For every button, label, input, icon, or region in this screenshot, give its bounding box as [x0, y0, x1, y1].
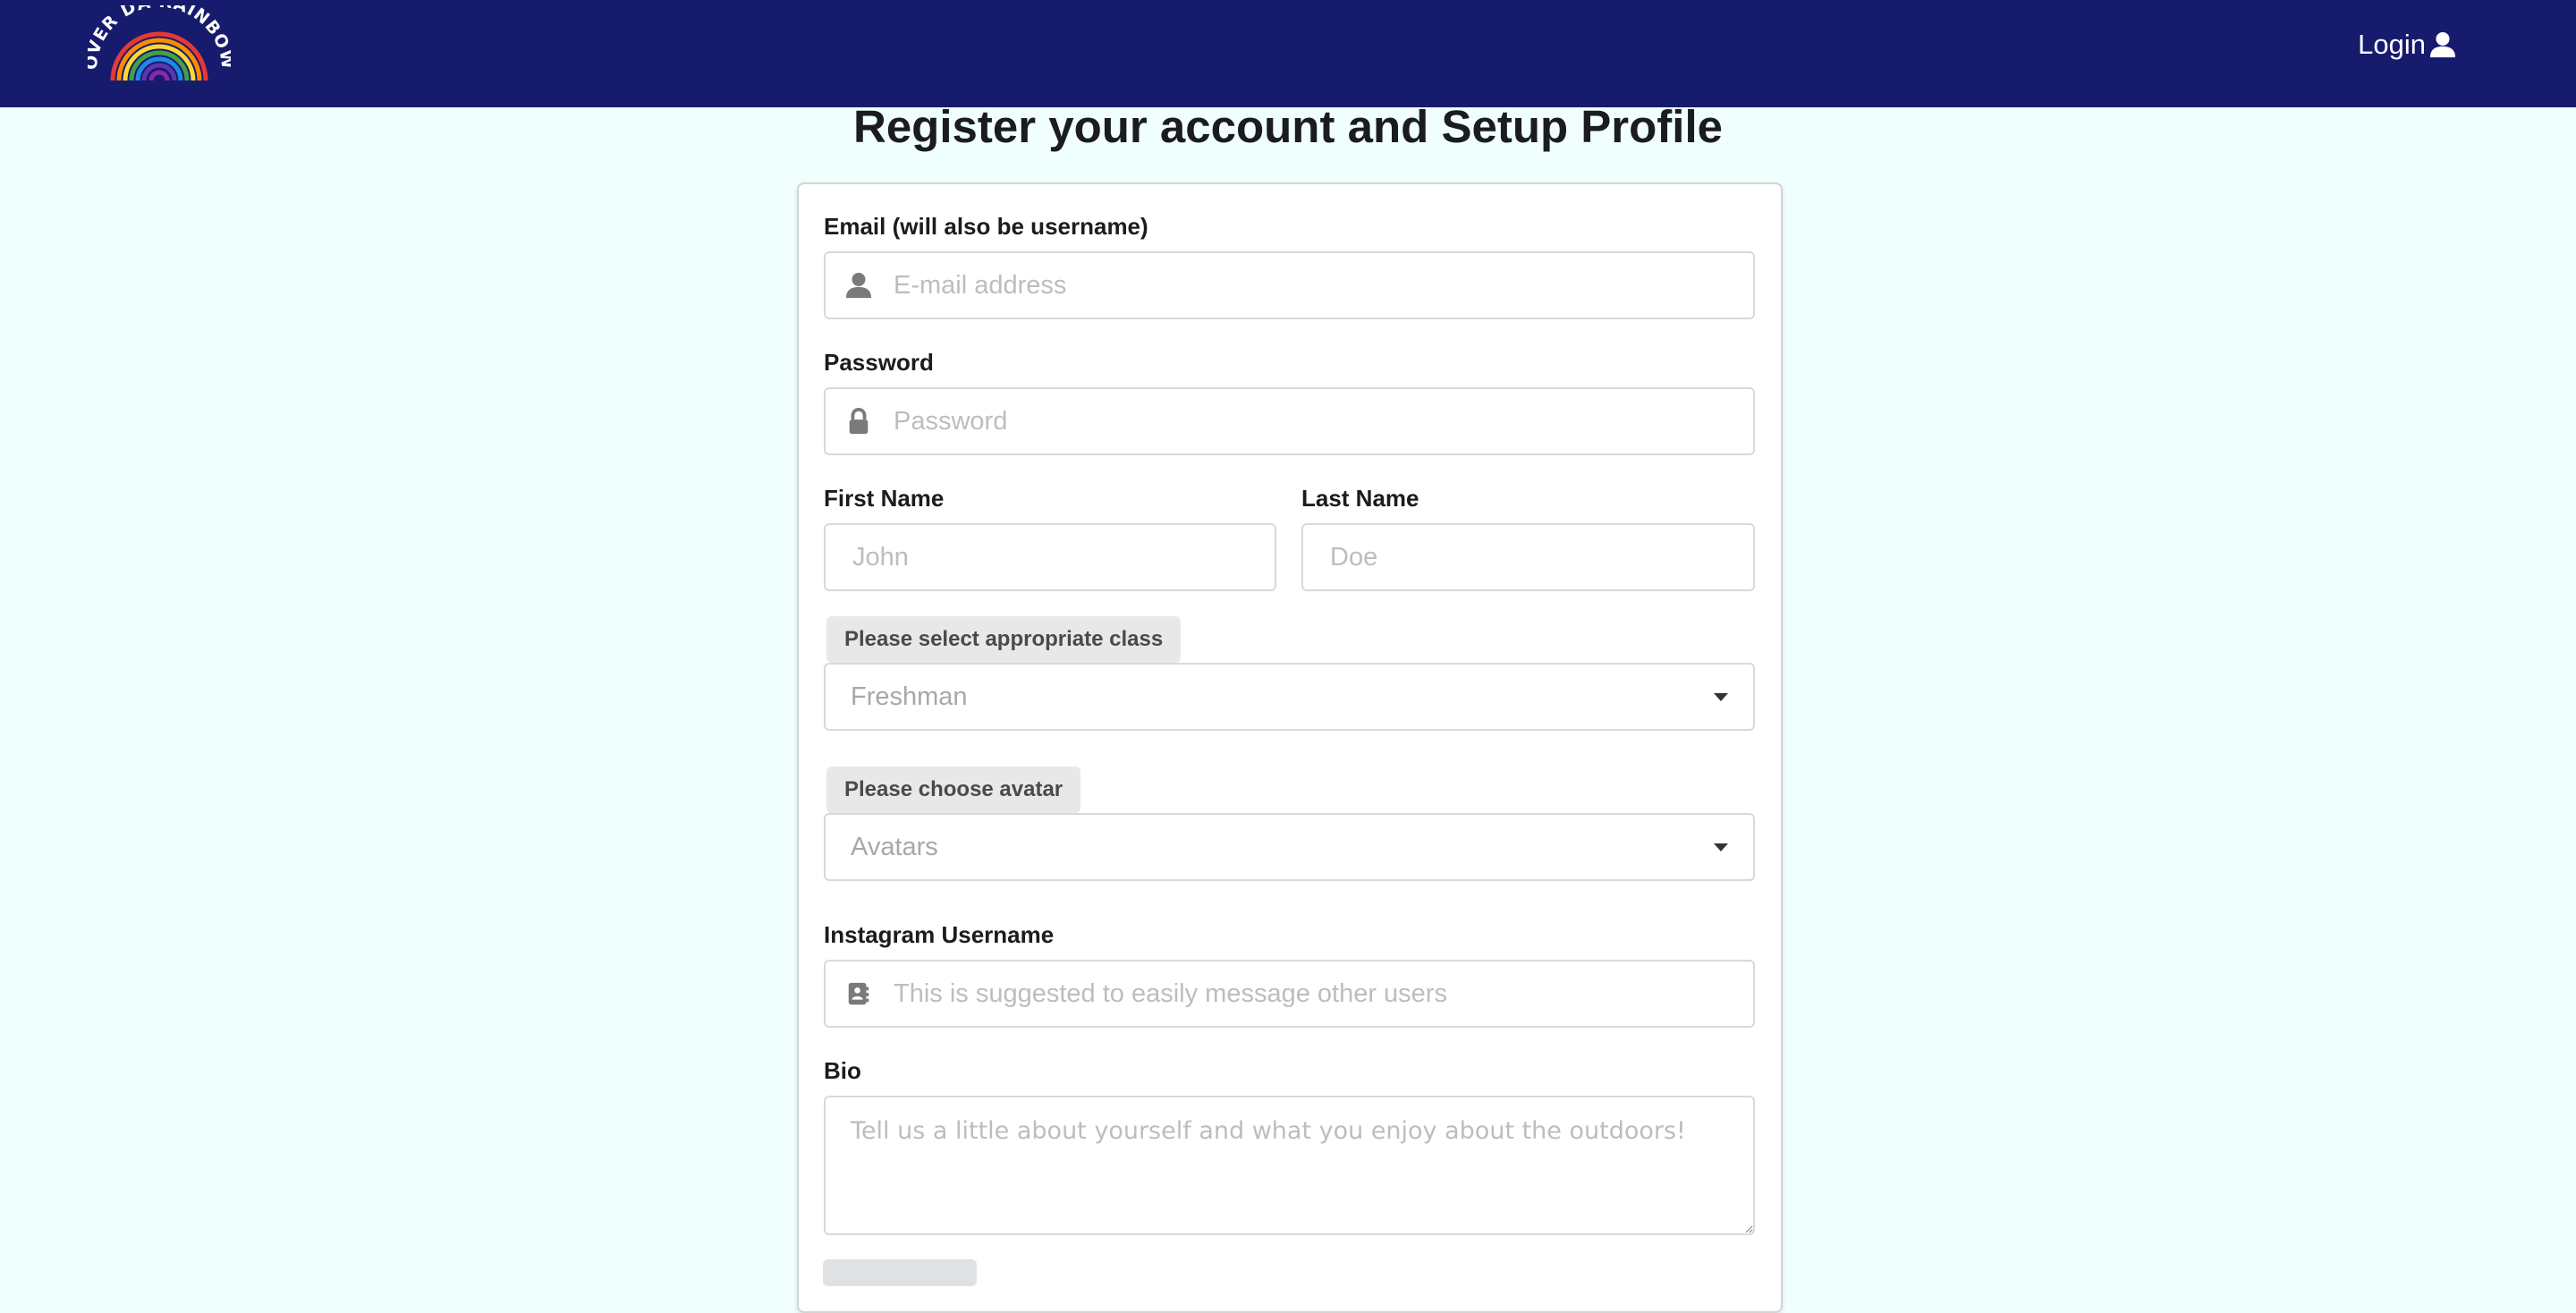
instagram-field-wrapper [824, 960, 1755, 1028]
first-name-label: First Name [824, 485, 945, 512]
last-name-input[interactable] [1328, 524, 1753, 590]
avatar-select[interactable]: Avatars [824, 813, 1755, 881]
dropdown-caret-icon [1714, 843, 1728, 851]
page-title: Register your account and Setup Profile [852, 101, 1723, 152]
lock-icon [826, 389, 892, 453]
avatar-select-prompt: Please choose avatar [826, 767, 1081, 813]
email-input[interactable] [892, 252, 1753, 318]
bio-textarea[interactable] [824, 1096, 1755, 1235]
navbar: OVER DA RAINBOW Login [0, 0, 2576, 107]
dropdown-caret-icon [1714, 693, 1728, 701]
submit-button[interactable] [823, 1259, 977, 1286]
email-label: Email (will also be username) [824, 213, 1148, 240]
email-field-wrapper [824, 251, 1755, 319]
password-field-wrapper [824, 387, 1755, 455]
over-da-rainbow-logo[interactable]: OVER DA RAINBOW [88, 5, 231, 82]
class-select-value: Freshman [851, 682, 968, 711]
class-select[interactable]: Freshman [824, 663, 1755, 731]
avatar-select-value: Avatars [851, 832, 938, 861]
bio-label: Bio [824, 1057, 861, 1084]
login-label: Login [2358, 29, 2426, 60]
password-label: Password [824, 349, 934, 376]
password-input[interactable] [892, 388, 1753, 454]
instagram-input[interactable] [892, 961, 1753, 1027]
user-icon [2429, 31, 2456, 58]
first-name-field-wrapper [824, 523, 1276, 591]
user-icon [826, 253, 892, 318]
login-button[interactable]: Login [2358, 27, 2456, 63]
last-name-label: Last Name [1301, 485, 1419, 512]
last-name-field-wrapper [1301, 523, 1755, 591]
first-name-input[interactable] [851, 524, 1275, 590]
instagram-label: Instagram Username [824, 921, 1055, 948]
address-book-icon [826, 961, 892, 1026]
class-select-prompt: Please select appropriate class [826, 616, 1182, 663]
